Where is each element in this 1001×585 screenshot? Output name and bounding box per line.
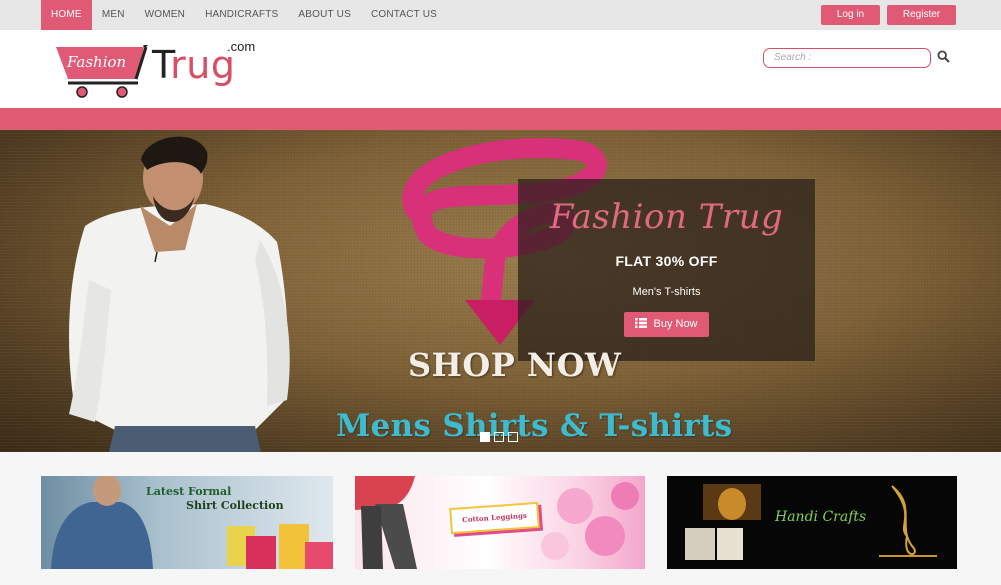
carousel-dot-1[interactable]	[480, 432, 490, 442]
hero-caption: Fashion Trug FLAT 30% OFF Men's T-shirts…	[518, 179, 815, 361]
nav-women[interactable]: WOMEN	[135, 0, 195, 30]
carousel-dot-2[interactable]	[494, 432, 504, 442]
logo-trug-t: T	[152, 43, 171, 87]
hero-mens-line: Mens Shirts & T-shirts	[336, 408, 733, 444]
search-icon[interactable]	[937, 50, 950, 63]
nav-men[interactable]: MEN	[92, 0, 135, 30]
nav-contact-us[interactable]: CONTACT US	[361, 0, 447, 30]
buy-now-button[interactable]: Buy Now	[624, 312, 709, 337]
search-box	[763, 47, 950, 68]
auth-buttons: Log in Register	[821, 5, 956, 25]
list-icon	[635, 318, 648, 329]
card-cotton-leggings[interactable]: Cotton Leggings	[355, 476, 645, 569]
register-button[interactable]: Register	[887, 5, 956, 25]
site-logo[interactable]: Fashion Trug .com	[54, 39, 264, 98]
hero-carousel[interactable]: Fashion Trug FLAT 30% OFF Men's T-shirts…	[0, 130, 1001, 452]
buy-now-label: Buy Now	[653, 318, 698, 330]
caption-brand: Fashion Trug	[549, 197, 784, 237]
card-formal-shirts[interactable]: Latest Formal Shirt Collection	[41, 476, 333, 569]
hero-model-image	[69, 136, 290, 452]
logo-dotcom: .com	[227, 39, 256, 54]
logo-fashion-text: Fashion	[67, 53, 127, 71]
card-handicrafts-title: Handi Crafts	[775, 509, 867, 525]
nav-about-us[interactable]: ABOUT US	[288, 0, 361, 30]
card-formal-line1: Latest Formal	[146, 485, 232, 498]
carousel-indicators	[480, 432, 518, 442]
accent-band	[0, 108, 1001, 130]
top-navbar: HOME MEN WOMEN HANDICRAFTS ABOUT US CONT…	[0, 0, 1001, 30]
caption-offer: FLAT 30% OFF	[615, 253, 718, 269]
nav-handicrafts[interactable]: HANDICRAFTS	[195, 0, 288, 30]
category-cards: Latest Formal Shirt Collection Cotton Le…	[0, 452, 1001, 585]
card-handicrafts[interactable]: Handi Crafts	[667, 476, 957, 569]
card-formal-line2: Shirt Collection	[186, 499, 284, 512]
carousel-dot-3[interactable]	[508, 432, 518, 442]
logo-trug-rest: rug	[170, 43, 236, 87]
hero-shop-now-text: SHOP NOW	[408, 346, 622, 384]
nav-home[interactable]: HOME	[41, 0, 92, 30]
login-button[interactable]: Log in	[821, 5, 880, 25]
search-input[interactable]	[763, 47, 931, 68]
main-nav: HOME MEN WOMEN HANDICRAFTS ABOUT US CONT…	[41, 0, 447, 30]
caption-subtitle: Men's T-shirts	[632, 286, 701, 298]
logo-trug-text: Trug	[152, 43, 235, 87]
